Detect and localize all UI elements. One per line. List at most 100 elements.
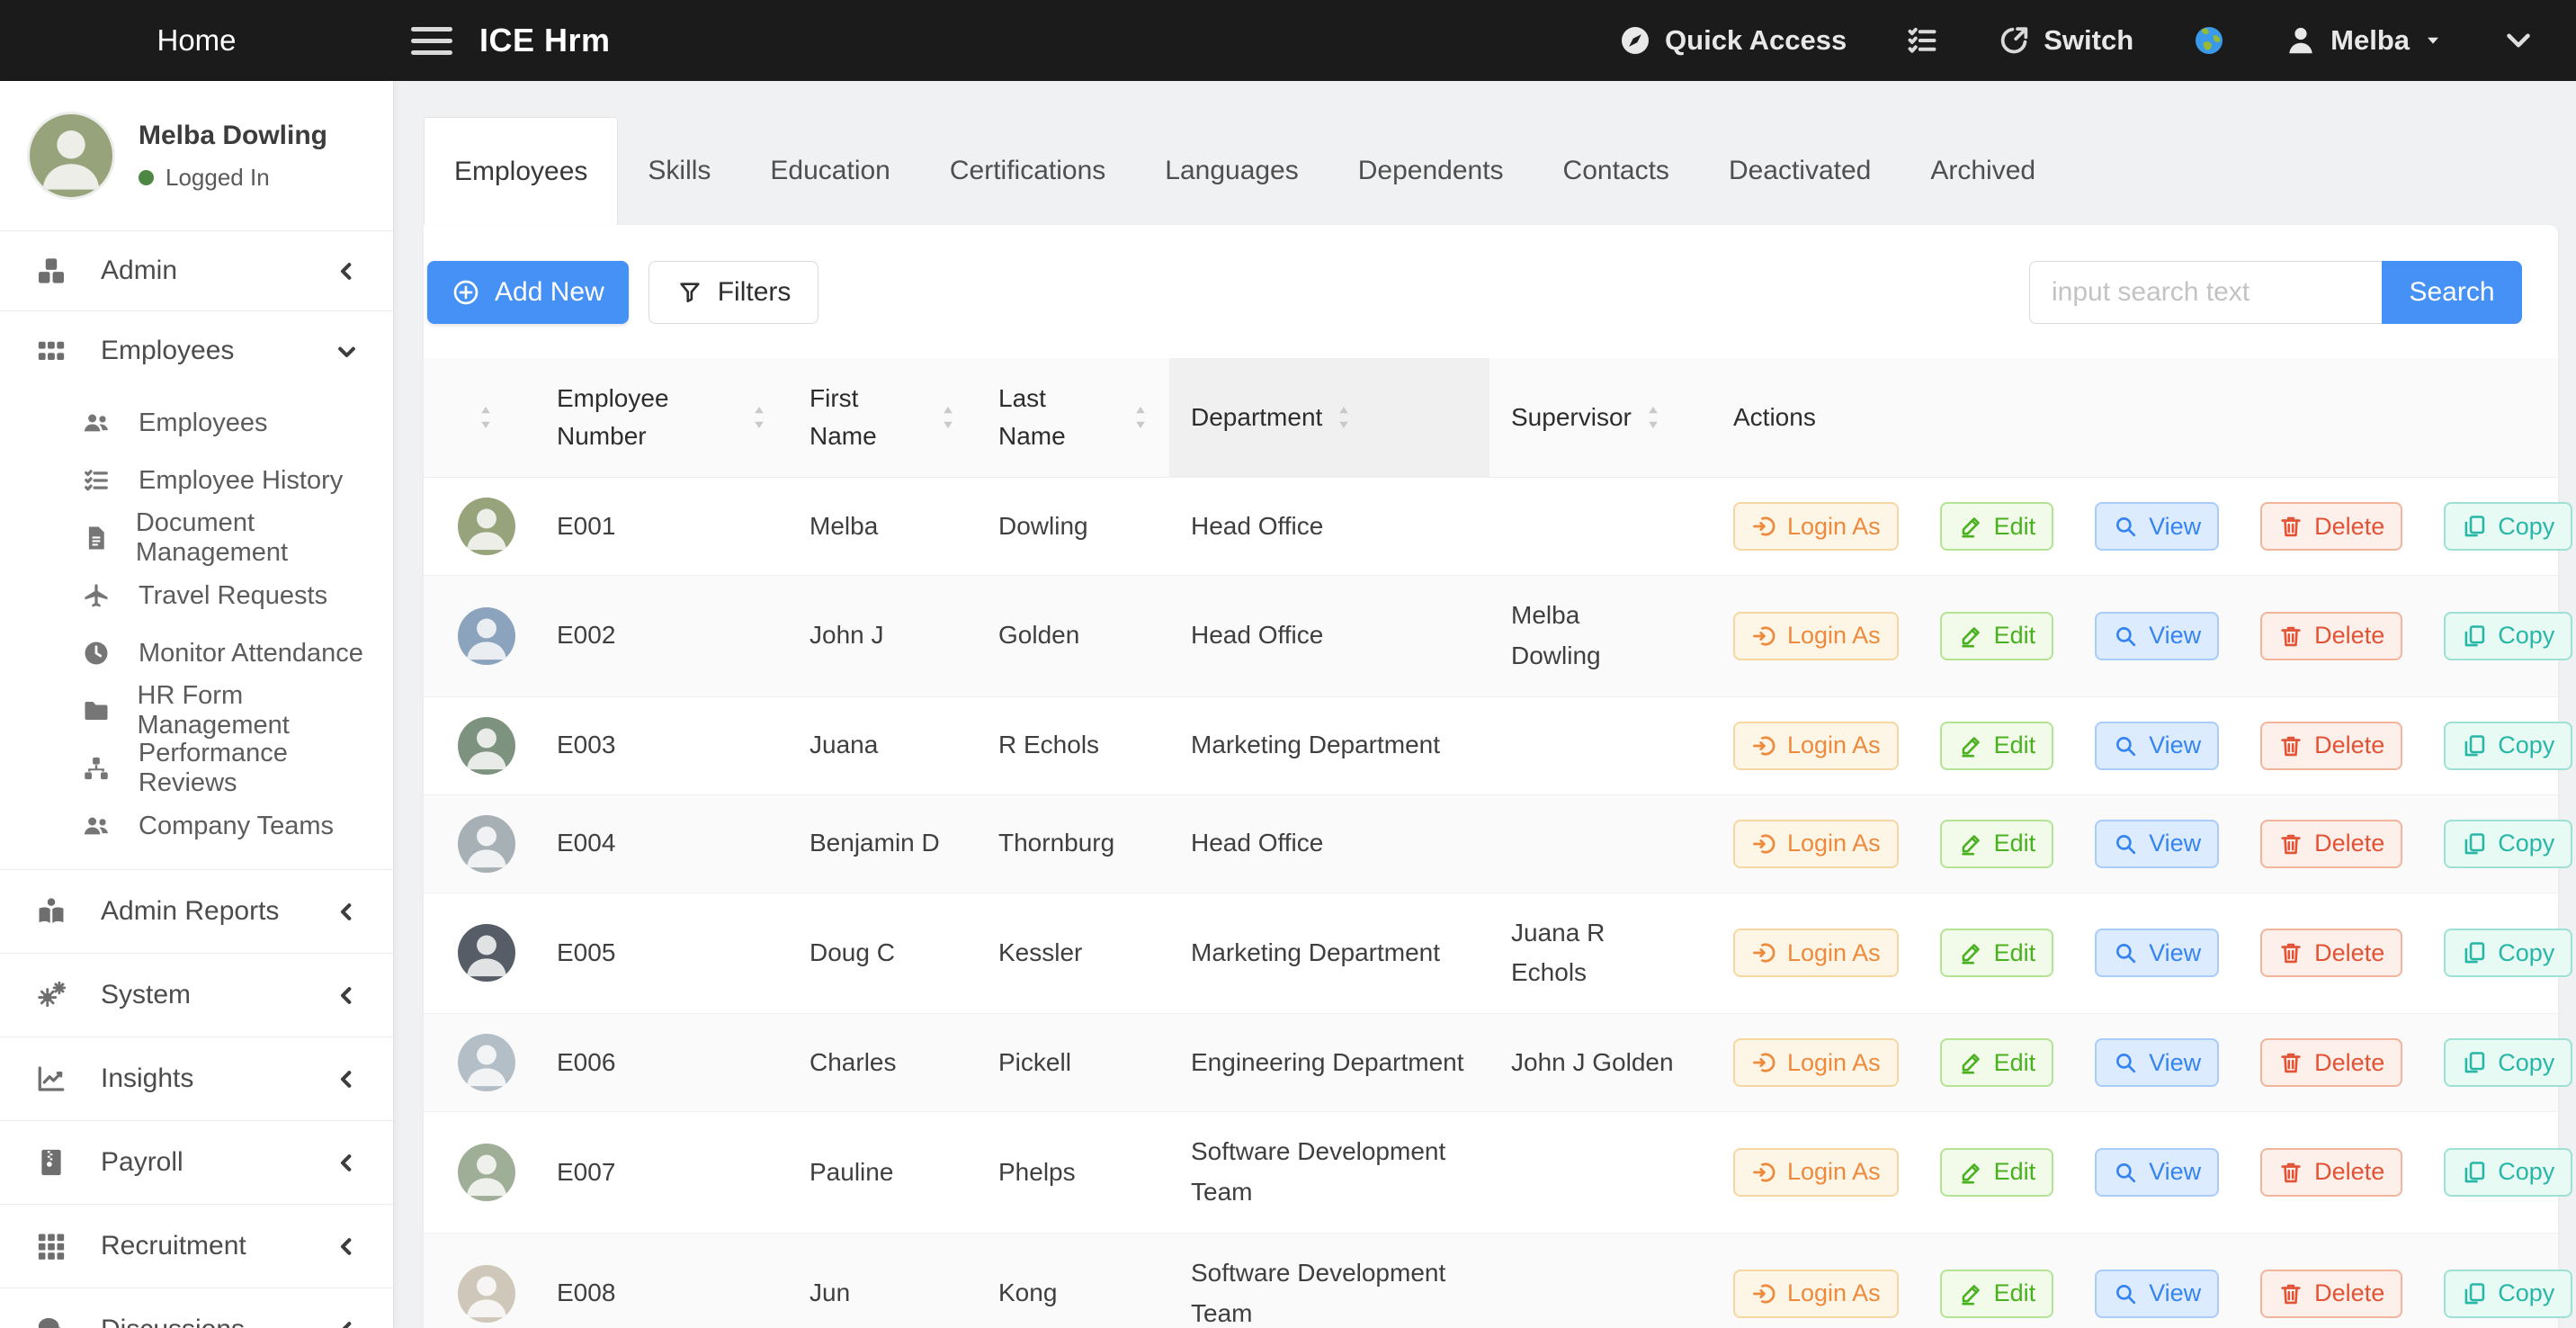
sidebar-item-system[interactable]: System [0, 953, 393, 1036]
view-button[interactable]: View [2095, 820, 2219, 868]
sidebar-subitem-employee-history[interactable]: Employee History [0, 452, 393, 509]
sidebar-item-admin[interactable]: Admin [0, 230, 393, 310]
column-header-last-name[interactable]: Last Name [977, 358, 1169, 477]
login-icon [1751, 831, 1776, 857]
tab-contacts[interactable]: Contacts [1534, 117, 1699, 225]
language-globe-icon[interactable] [2193, 24, 2225, 57]
employee-number-cell: E008 [535, 1253, 788, 1328]
login-button-label: Login As [1787, 1158, 1881, 1186]
view-button[interactable]: View [2095, 1148, 2219, 1197]
sidebar-subitem-employees[interactable]: Employees [0, 394, 393, 452]
delete-button[interactable]: Delete [2260, 502, 2402, 551]
copy-button[interactable]: Copy [2444, 929, 2572, 977]
tab-deactivated[interactable]: Deactivated [1699, 117, 1901, 225]
tab-certifications[interactable]: Certifications [920, 117, 1135, 225]
add-new-button[interactable]: Add New [427, 261, 629, 324]
copy-button-label: Copy [2498, 1279, 2554, 1307]
navbar-collapse-chevron[interactable] [2502, 24, 2535, 57]
login-button[interactable]: Login As [1733, 1038, 1899, 1087]
tab-archived[interactable]: Archived [1901, 117, 2065, 225]
tab-dependents[interactable]: Dependents [1328, 117, 1534, 225]
sidebar-subitem-label: Document Management [136, 508, 393, 568]
copy-button[interactable]: Copy [2444, 612, 2572, 660]
edit-button[interactable]: Edit [1940, 1270, 2054, 1318]
column-header-first-name[interactable]: First Name [788, 358, 977, 477]
copy-button[interactable]: Copy [2444, 1148, 2572, 1197]
edit-button[interactable]: Edit [1940, 502, 2054, 551]
switch-button[interactable]: Switch [1998, 24, 2133, 57]
user-menu[interactable]: Melba [2285, 24, 2443, 57]
edit-button[interactable]: Edit [1940, 722, 2054, 770]
login-button[interactable]: Login As [1733, 1148, 1899, 1197]
login-button[interactable]: Login As [1733, 722, 1899, 770]
column-header-avatar[interactable] [424, 358, 535, 477]
department-cell: Head Office [1169, 803, 1489, 884]
sidebar-subitem-company-teams[interactable]: Company Teams [0, 797, 393, 855]
delete-button[interactable]: Delete [2260, 1148, 2402, 1197]
login-button[interactable]: Login As [1733, 502, 1899, 551]
view-button[interactable]: View [2095, 1038, 2219, 1087]
delete-button[interactable]: Delete [2260, 722, 2402, 770]
sidebar-item-recruitment[interactable]: Recruitment [0, 1204, 393, 1288]
sidebar-subitem-hr-form-management[interactable]: HR Form Management [0, 682, 393, 740]
sidebar-subitem-travel-requests[interactable]: Travel Requests [0, 567, 393, 624]
edit-button[interactable]: Edit [1940, 820, 2054, 868]
delete-button[interactable]: Delete [2260, 929, 2402, 977]
edit-button[interactable]: Edit [1940, 1038, 2054, 1087]
search-input[interactable] [2029, 261, 2382, 324]
quick-access-button[interactable]: Quick Access [1619, 24, 1847, 57]
sidebar-subitem-label: Employees [139, 408, 267, 438]
view-button[interactable]: View [2095, 722, 2219, 770]
column-header-employee-number[interactable]: Employee Number [535, 358, 788, 477]
department-cell: Software Development Team [1169, 1234, 1489, 1328]
tab-skills[interactable]: Skills [618, 117, 740, 225]
sidebar-subitem-monitor-attendance[interactable]: Monitor Attendance [0, 624, 393, 682]
last-name-cell: Kessler [977, 913, 1169, 993]
view-button[interactable]: View [2095, 612, 2219, 660]
tasks-icon[interactable] [1906, 24, 1938, 57]
sidebar-item-discussions[interactable]: Discussions [0, 1288, 393, 1328]
view-button[interactable]: View [2095, 502, 2219, 551]
login-icon [1751, 624, 1776, 649]
view-button[interactable]: View [2095, 1270, 2219, 1318]
table-row-e003: E003JuanaR EcholsMarketing DepartmentLog… [424, 697, 2558, 795]
view-button-label: View [2149, 939, 2201, 967]
sidebar-item-admin-reports[interactable]: Admin Reports [0, 869, 393, 953]
copy-button[interactable]: Copy [2444, 502, 2572, 551]
sidebar-item-payroll[interactable]: Payroll [0, 1120, 393, 1204]
column-label: Actions [1733, 399, 1816, 436]
sidebar-item-employees[interactable]: Employees [0, 310, 393, 390]
column-label: Department [1191, 399, 1322, 436]
sidebar-subitem-document-management[interactable]: Document Management [0, 509, 393, 567]
filters-button[interactable]: Filters [648, 261, 819, 324]
delete-button[interactable]: Delete [2260, 1038, 2402, 1087]
column-header-department[interactable]: Department [1169, 358, 1489, 477]
edit-button[interactable]: Edit [1940, 1148, 2054, 1197]
sidebar-subitem-performance-reviews[interactable]: Performance Reviews [0, 740, 393, 797]
edit-button[interactable]: Edit [1940, 929, 2054, 977]
edit-button[interactable]: Edit [1940, 612, 2054, 660]
copy-button[interactable]: Copy [2444, 1270, 2572, 1318]
view-icon [2113, 733, 2138, 758]
search-button[interactable]: Search [2382, 261, 2522, 324]
copy-button[interactable]: Copy [2444, 722, 2572, 770]
tab-employees[interactable]: Employees [424, 117, 618, 225]
tab-education[interactable]: Education [740, 117, 919, 225]
copy-button[interactable]: Copy [2444, 820, 2572, 868]
tab-languages[interactable]: Languages [1135, 117, 1328, 225]
login-button[interactable]: Login As [1733, 820, 1899, 868]
login-button[interactable]: Login As [1733, 612, 1899, 660]
login-button[interactable]: Login As [1733, 929, 1899, 977]
home-link[interactable]: Home [0, 23, 393, 58]
delete-button[interactable]: Delete [2260, 612, 2402, 660]
view-button[interactable]: View [2095, 929, 2219, 977]
copy-button[interactable]: Copy [2444, 1038, 2572, 1087]
delete-button[interactable]: Delete [2260, 1270, 2402, 1318]
sort-icon [1646, 405, 1660, 430]
hamburger-menu-icon[interactable] [411, 27, 452, 55]
delete-button[interactable]: Delete [2260, 820, 2402, 868]
login-button[interactable]: Login As [1733, 1270, 1899, 1318]
column-header-supervisor[interactable]: Supervisor [1489, 358, 1712, 477]
sidebar-item-insights[interactable]: Insights [0, 1036, 393, 1120]
switch-icon [1998, 24, 2030, 57]
